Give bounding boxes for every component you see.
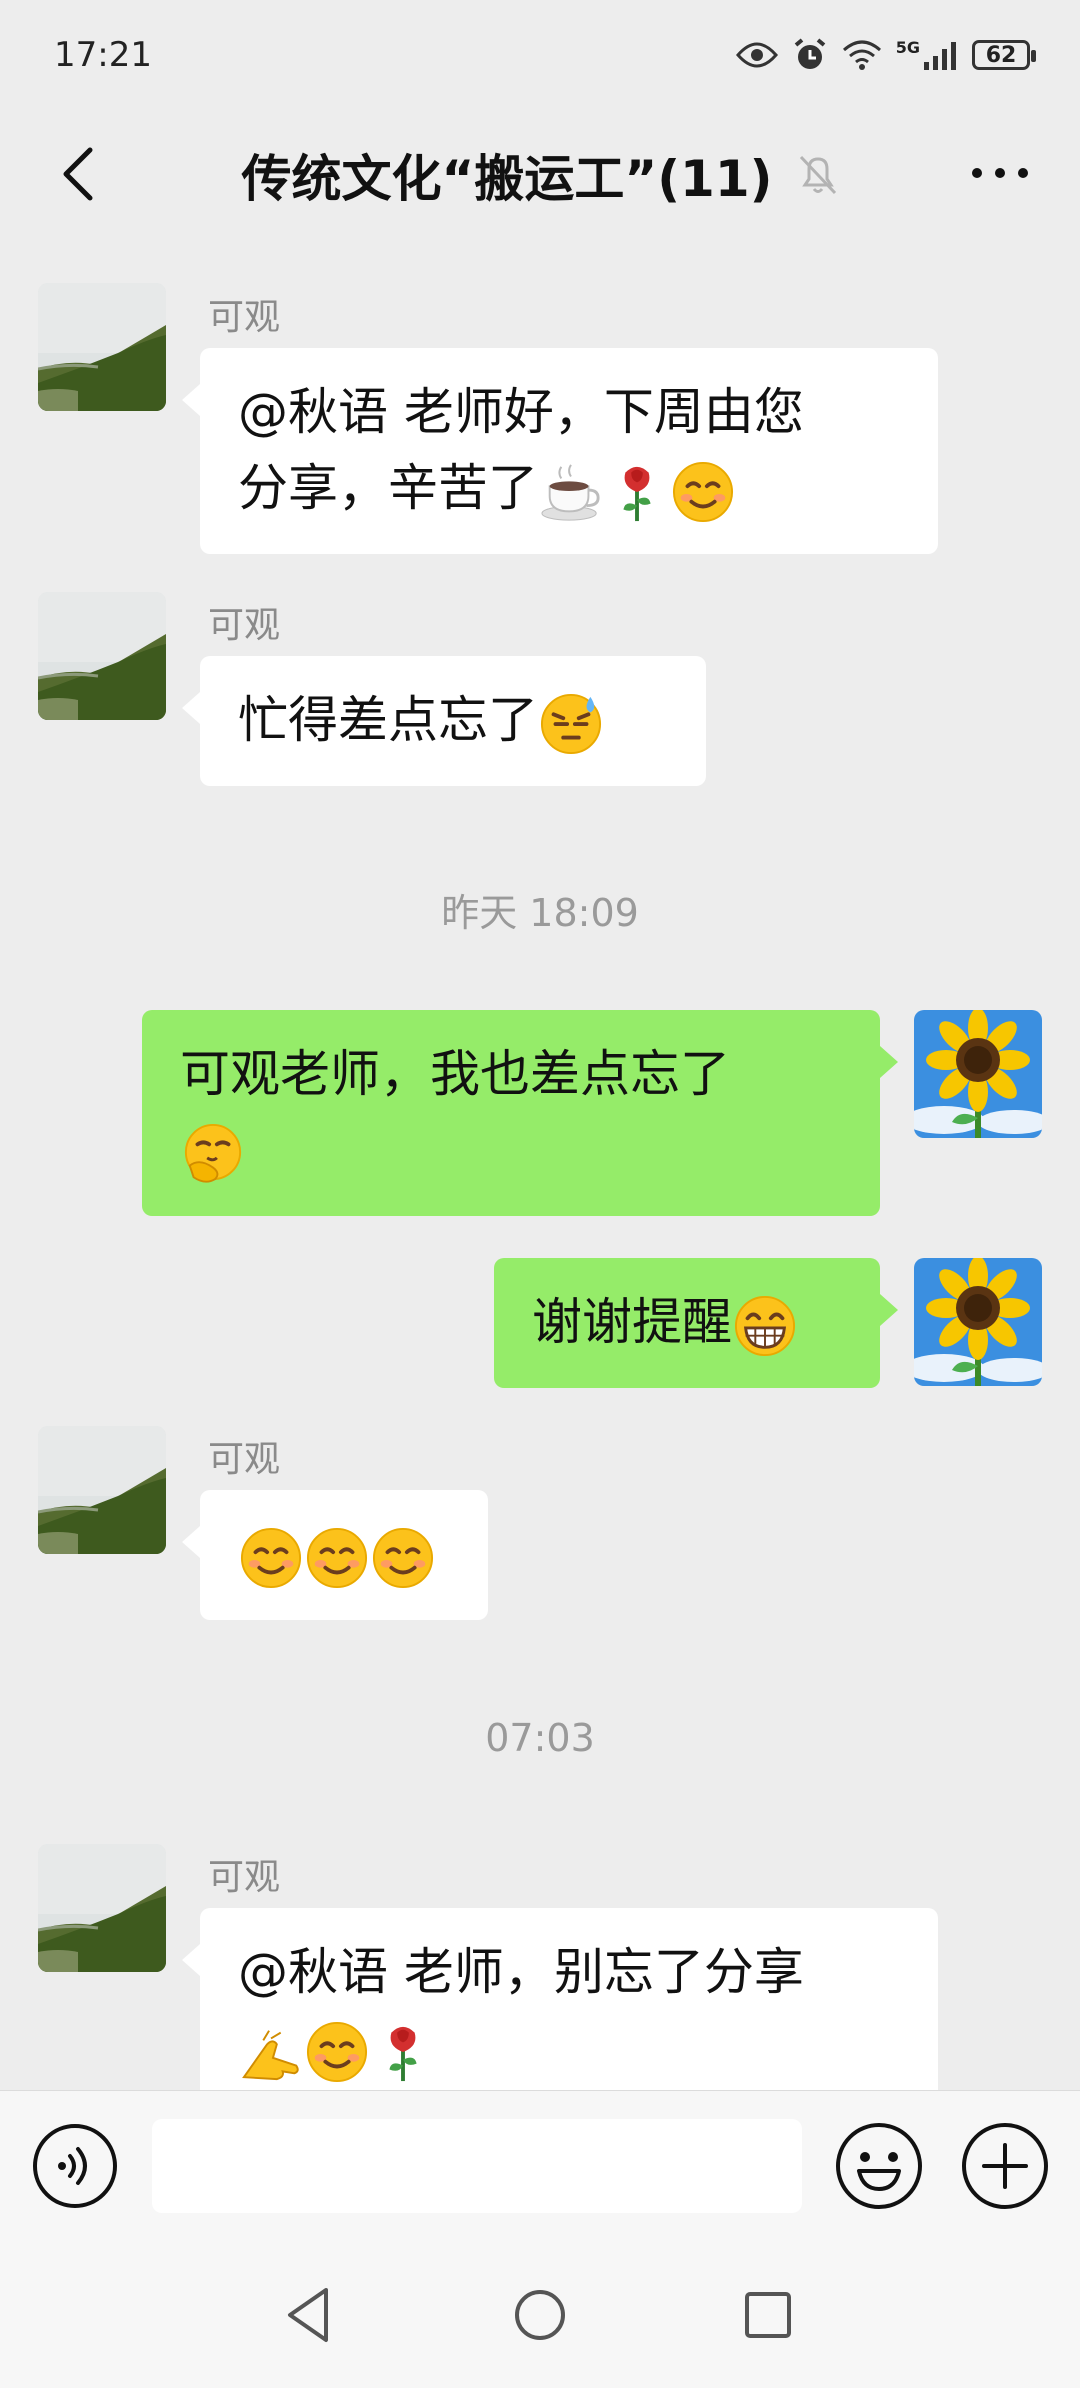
sender-name: 可观 xyxy=(208,297,281,338)
back-button[interactable] xyxy=(48,134,108,214)
wifi-icon xyxy=(842,40,881,70)
my-avatar[interactable] xyxy=(914,1010,1042,1138)
system-back-button[interactable] xyxy=(274,2280,344,2350)
rose-emoji-icon xyxy=(372,2021,434,2083)
battery-icon: 62 xyxy=(972,40,1036,70)
smile-emoji-icon xyxy=(306,1527,368,1589)
voice-icon xyxy=(33,2124,117,2208)
chevron-left-icon xyxy=(63,147,93,201)
grin-emoji-icon xyxy=(734,1295,796,1357)
avatar[interactable] xyxy=(38,592,166,720)
chat-message-list[interactable]: 可观 @秋语 老师好，下周由您 分享，辛苦了 可观 忙得差点忘了 昨天 18:0… xyxy=(0,240,1080,2090)
sender-name: 可观 xyxy=(208,605,281,646)
circle-home-icon xyxy=(515,2290,565,2340)
avatar[interactable] xyxy=(38,283,166,411)
chat-input-bar xyxy=(0,2090,1080,2240)
message-bubble[interactable]: 忙得差点忘了 xyxy=(182,656,706,786)
message-bubble-sent[interactable]: 谢谢提醒 xyxy=(494,1258,898,1388)
avatar[interactable] xyxy=(38,1426,166,1554)
system-home-button[interactable] xyxy=(505,2280,575,2350)
alarm-icon xyxy=(794,38,826,69)
sender-name: 可观 xyxy=(208,1857,281,1898)
message-bubble[interactable]: @秋语 老师，别忘了分享 xyxy=(182,1908,938,2090)
status-icons: 5G 62 xyxy=(735,37,1036,73)
message-text: @秋语 老师好，下周由您 xyxy=(238,383,804,441)
message-text: @秋语 老师，别忘了分享 xyxy=(238,1943,804,2001)
chat-header: 传统文化“搬运工”(11) xyxy=(0,110,1080,240)
sweat-emoji-icon xyxy=(540,693,602,755)
sender-name: 可观 xyxy=(208,1439,281,1480)
status-bar: 17:21 5G 62 xyxy=(0,0,1080,110)
coffee-emoji-icon xyxy=(540,461,602,523)
my-avatar[interactable] xyxy=(914,1258,1042,1386)
network-type: 5G xyxy=(895,37,920,57)
eye-icon xyxy=(735,42,778,68)
system-recents-button[interactable] xyxy=(733,2280,803,2350)
more-functions-button[interactable] xyxy=(960,2121,1050,2211)
battery-level: 62 xyxy=(985,42,1017,68)
smile-emoji-icon xyxy=(240,1527,302,1589)
voice-input-button[interactable] xyxy=(32,2123,118,2209)
message-text: 可观老师，我也差点忘了 xyxy=(180,1045,730,1103)
triangle-back-icon xyxy=(288,2288,328,2342)
plus-circle-icon xyxy=(962,2123,1048,2209)
rose-emoji-icon xyxy=(606,461,668,523)
avatar[interactable] xyxy=(38,1844,166,1972)
message-text: 谢谢提醒 xyxy=(532,1293,732,1351)
message-input[interactable] xyxy=(152,2119,802,2213)
clap-emoji-icon xyxy=(240,2021,302,2083)
mute-bell-icon xyxy=(799,155,836,195)
message-bubble[interactable] xyxy=(182,1490,488,1620)
thinking-emoji-icon xyxy=(182,1123,244,1185)
more-options-button[interactable] xyxy=(950,138,1050,208)
message-text: 忙得差点忘了 xyxy=(238,691,538,749)
chat-title: 传统文化“搬运工”(11) xyxy=(241,150,773,208)
smile-emoji-icon xyxy=(672,461,734,523)
message-bubble[interactable]: @秋语 老师好，下周由您 分享，辛苦了 xyxy=(182,348,938,554)
signal-icon xyxy=(924,42,956,70)
message-text-line2: 分享，辛苦了 xyxy=(238,459,538,517)
emoji-button[interactable] xyxy=(834,2121,924,2211)
smile-emoji-icon xyxy=(372,1527,434,1589)
status-time: 17:21 xyxy=(54,35,152,75)
square-recents-icon xyxy=(745,2292,791,2338)
emoji-face-icon xyxy=(836,2123,922,2209)
message-bubble-sent[interactable]: 可观老师，我也差点忘了 xyxy=(142,1010,898,1216)
chat-timestamp: 07:03 xyxy=(485,1716,595,1760)
chat-timestamp: 昨天 18:09 xyxy=(441,891,639,935)
system-navigation-bar xyxy=(0,2240,1080,2388)
more-dots-icon xyxy=(972,168,1028,178)
smile-emoji-icon xyxy=(306,2021,368,2083)
